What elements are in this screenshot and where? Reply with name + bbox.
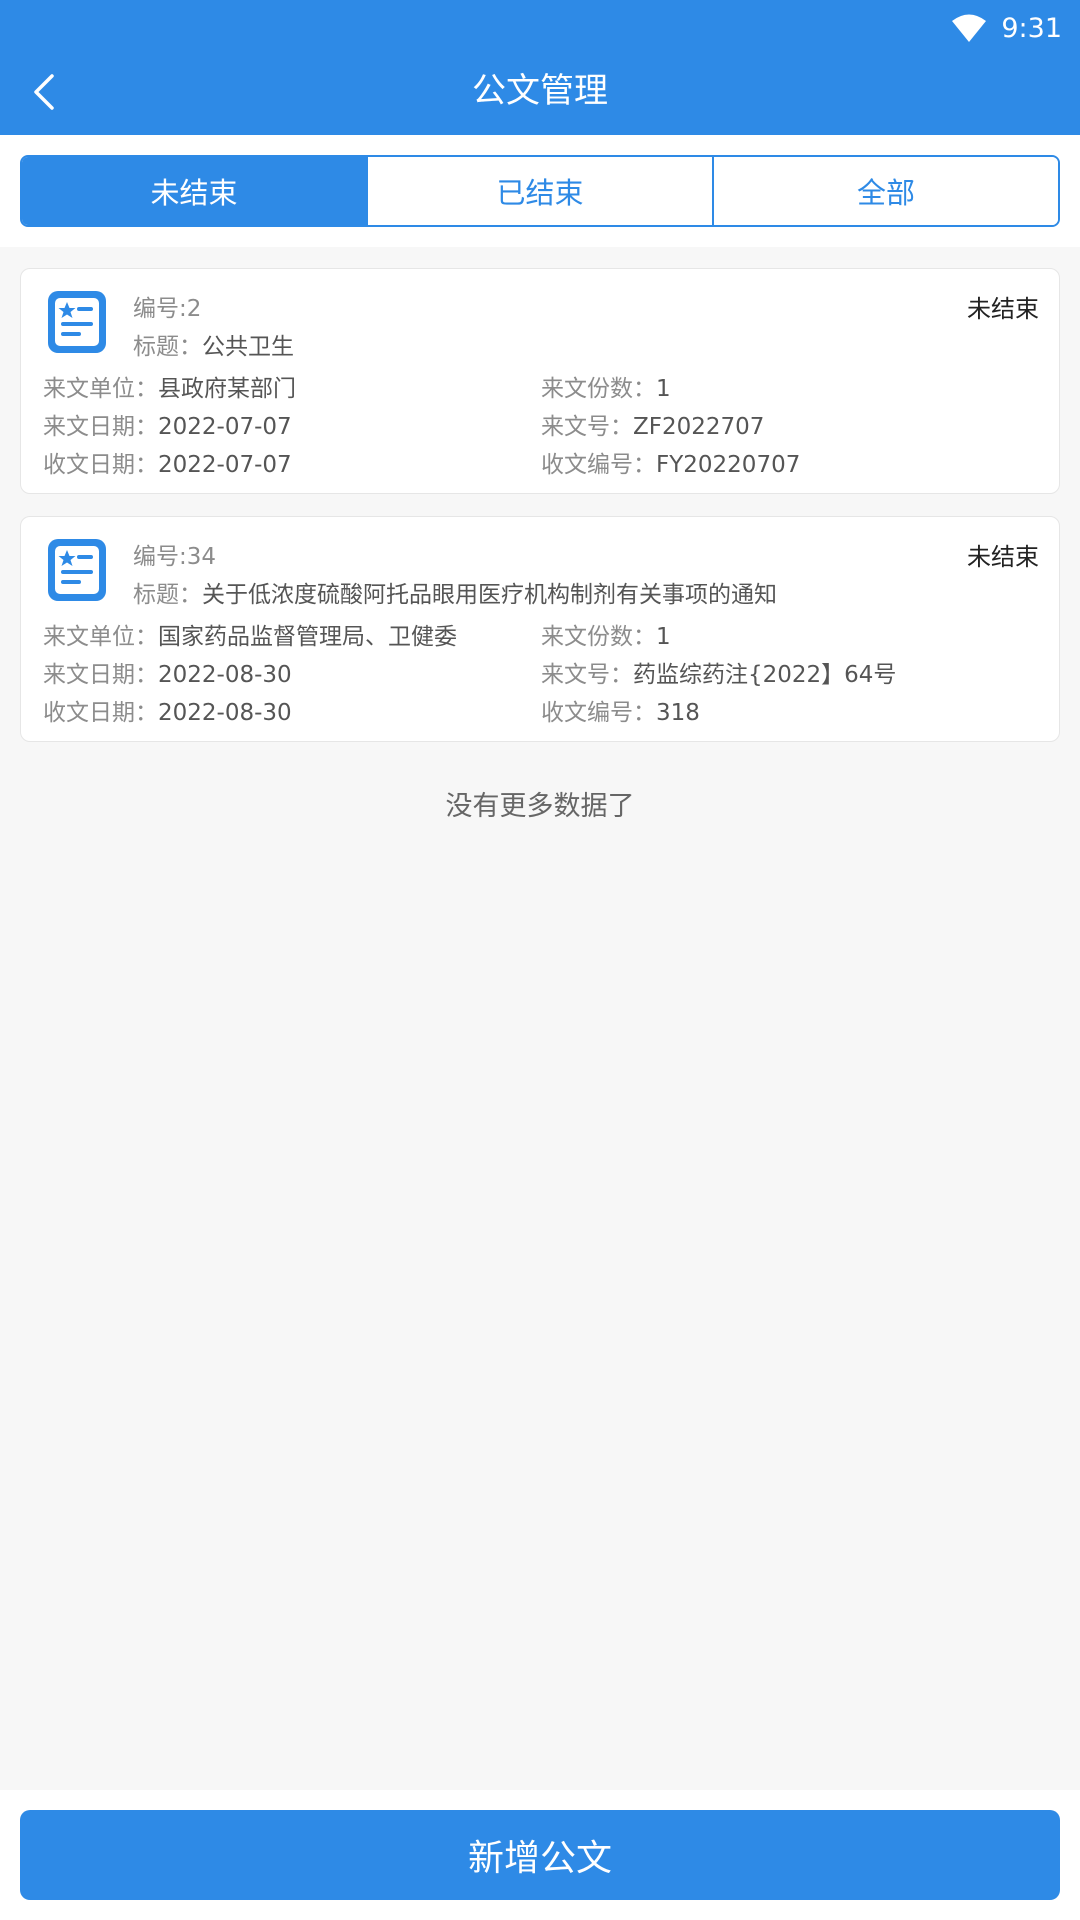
recv-no-field: 收文编号：FY20220707 [541,445,800,479]
no-more-data-text: 没有更多数据了 [445,791,635,822]
doc-no-label: 来文号： [541,414,633,440]
unit-label: 来文单位： [43,376,158,402]
wifi-icon [952,14,987,42]
date-value: 2022-08-30 [158,662,292,688]
recv-date-field: 收文日期：2022-08-30 [43,693,292,727]
date-field: 来文日期：2022-08-30 [43,655,292,689]
status-badge: 未结束 [967,543,1039,571]
recv-date-label: 收文日期： [43,452,158,478]
unit-value: 县政府某部门 [158,376,296,402]
document-title: 标题：关于低浓度硫酸阿托品眼用医疗机构制剂有关事项的通知 [133,575,777,609]
unit-label: 来文单位： [43,624,158,650]
unit-field: 来文单位：国家药品监督管理局、卫健委 [43,617,457,651]
copies-label: 来文份数： [541,624,656,650]
date-label: 来文日期： [43,662,158,688]
doc-no-value: ZF2022707 [633,414,765,440]
document-card[interactable]: 编号:34 未结束 标题：关于低浓度硫酸阿托品眼用医疗机构制剂有关事项的通知 来… [20,516,1060,742]
copies-field: 来文份数：1 [541,617,671,651]
segmented-tabs: 未结束 已结束 全部 [20,155,1060,227]
document-star-icon [48,291,106,353]
recv-no-value: FY20220707 [656,452,801,478]
title-value: 公共卫生 [202,334,294,360]
copies-value: 1 [656,624,671,650]
status-bar: 9:31 [951,8,1062,48]
copies-label: 来文份数： [541,376,656,402]
status-time: 9:31 [1001,12,1062,44]
tab-finished[interactable]: 已结束 [366,157,712,225]
recv-date-value: 2022-08-30 [158,700,292,726]
date-label: 来文日期： [43,414,158,440]
doc-no-value: 药监综药注{2022】64号 [633,662,897,688]
unit-field: 来文单位：县政府某部门 [43,369,296,403]
recv-date-field: 收文日期：2022-07-07 [43,445,292,479]
date-value: 2022-07-07 [158,414,292,440]
document-number: 编号:2 [133,296,202,322]
document-card[interactable]: 编号:2 未结束 标题：公共卫生 来文单位：县政府某部门 来文份数：1 来文日期… [20,268,1060,494]
title-label: 标题： [133,582,202,608]
doc-no-field: 来文号：ZF2022707 [541,407,764,441]
tab-all[interactable]: 全部 [712,157,1058,225]
date-field: 来文日期：2022-07-07 [43,407,292,441]
add-document-button[interactable]: 新增公文 [20,1810,1060,1900]
recv-no-label: 收文编号： [541,700,656,726]
doc-no-label: 来文号： [541,662,633,688]
title-value: 关于低浓度硫酸阿托品眼用医疗机构制剂有关事项的通知 [202,582,777,608]
document-star-icon [48,539,106,601]
tab-unfinished[interactable]: 未结束 [22,157,366,225]
page-title: 公文管理 [472,71,608,111]
recv-no-field: 收文编号：318 [541,693,700,727]
tab-bar: 未结束 已结束 全部 [0,135,1080,247]
app-header: 9:31 公文管理 [0,0,1080,135]
copies-field: 来文份数：1 [541,369,671,403]
bottom-bar: 新增公文 [0,1790,1080,1920]
status-badge: 未结束 [967,295,1039,323]
doc-no-field: 来文号：药监综药注{2022】64号 [541,655,896,689]
unit-value: 国家药品监督管理局、卫健委 [158,624,457,650]
document-title: 标题：公共卫生 [133,327,294,361]
title-label: 标题： [133,334,202,360]
copies-value: 1 [656,376,671,402]
recv-date-label: 收文日期： [43,700,158,726]
recv-date-value: 2022-07-07 [158,452,292,478]
recv-no-value: 318 [656,700,700,726]
document-number: 编号:34 [133,544,217,570]
recv-no-label: 收文编号： [541,452,656,478]
